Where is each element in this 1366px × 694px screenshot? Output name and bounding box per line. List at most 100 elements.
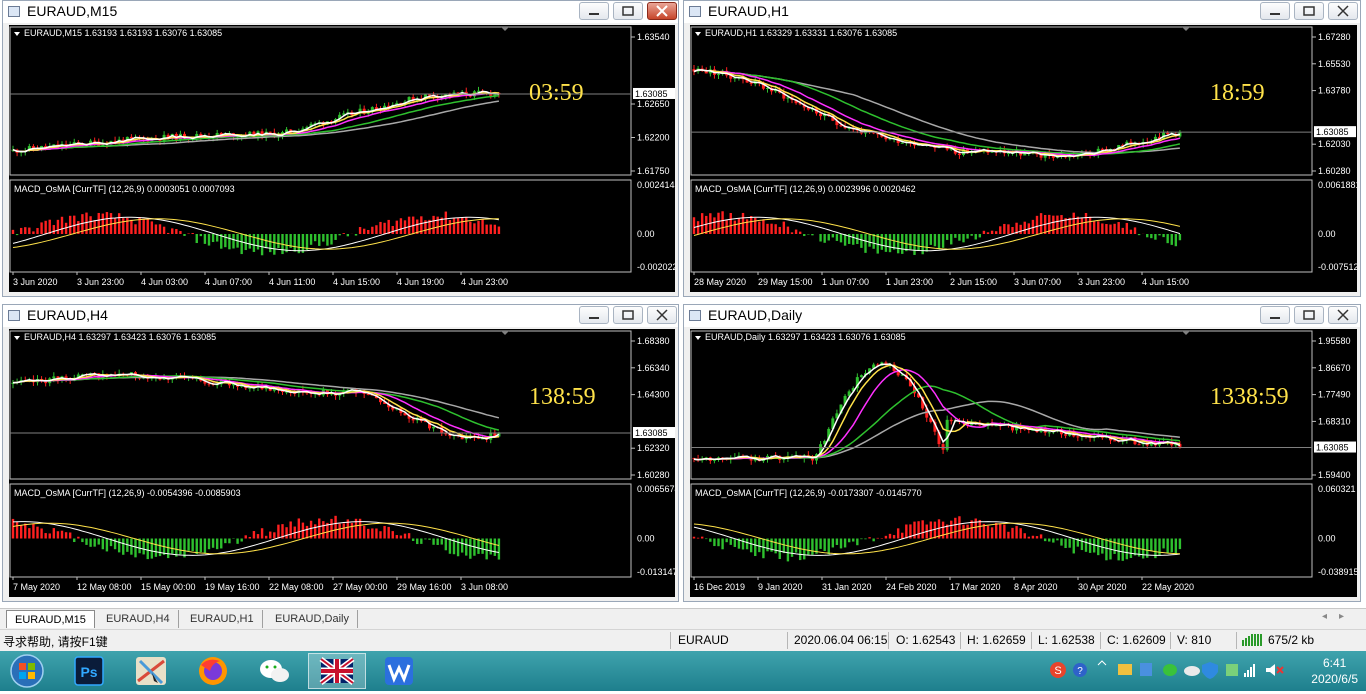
window-titlebar[interactable]: EURAUD,H1	[684, 1, 1360, 23]
macd-histogram-bar	[840, 234, 842, 242]
macd-histogram-bar	[44, 533, 46, 538]
macd-histogram-bar	[191, 233, 193, 234]
taskbar-wps[interactable]	[372, 653, 426, 689]
restore-button[interactable]	[1294, 306, 1324, 324]
chart-area[interactable]: EURAUD,H4 1.63297 1.63423 1.63076 1.6308…	[9, 329, 675, 597]
close-button[interactable]	[647, 2, 677, 20]
macd-histogram-bar	[383, 223, 385, 234]
macd-histogram-bar	[1060, 539, 1062, 546]
macd-histogram-bar	[868, 537, 870, 538]
current-price-label: 1.63085	[1316, 443, 1349, 453]
tab-scroll-arrows[interactable]: ◂▸	[1322, 611, 1356, 622]
taskbar-firefox[interactable]	[186, 653, 240, 689]
collapse-triangle-icon[interactable]	[695, 336, 701, 340]
close-button[interactable]	[1328, 306, 1358, 324]
macd-histogram-bar	[494, 539, 496, 556]
macd-histogram-bar	[1105, 539, 1107, 561]
macd-histogram-bar	[343, 523, 345, 538]
minimize-button[interactable]	[579, 2, 609, 20]
windows-taskbar: Ps S ? 6:41 2020/6/5	[0, 651, 1366, 691]
tab-euraud-h1[interactable]: EURAUD,H1	[182, 610, 263, 628]
macd-histogram-bar	[1060, 215, 1062, 234]
tab-euraud-daily[interactable]: EURAUD,Daily	[267, 610, 358, 628]
macd-histogram-bar	[774, 224, 776, 234]
restore-button[interactable]	[613, 306, 643, 324]
window-titlebar[interactable]: EURAUD,Daily	[684, 305, 1360, 327]
macd-histogram-bar	[191, 539, 193, 552]
chart-window-m15[interactable]: EURAUD,M15 EURAUD,M15 1.63193 1.63193 1.…	[2, 0, 679, 297]
macd-histogram-bar	[310, 234, 312, 245]
price-chart-svg[interactable]: EURAUD,M15 1.63193 1.63193 1.63076 1.630…	[9, 25, 675, 292]
macd-histogram-bar	[371, 528, 373, 538]
window-titlebar[interactable]: EURAUD,M15	[3, 1, 678, 23]
minimize-button[interactable]	[1260, 306, 1290, 324]
macd-histogram-bar	[277, 234, 279, 248]
window-titlebar[interactable]: EURAUD,H4	[3, 305, 678, 327]
macd-histogram-bar	[995, 523, 997, 539]
chart-area[interactable]: EURAUD,H1 1.63329 1.63331 1.63076 1.6308…	[690, 25, 1357, 292]
macd-histogram-bar	[204, 234, 206, 244]
macd-histogram-bar	[705, 539, 707, 540]
macd-histogram-bar	[750, 539, 752, 553]
start-button[interactable]	[0, 653, 54, 689]
macd-histogram-bar	[1150, 234, 1152, 238]
collapse-triangle-icon[interactable]	[14, 32, 20, 36]
macd-histogram-bar	[379, 222, 381, 234]
macd-histogram-bar	[803, 234, 805, 236]
minimize-button[interactable]	[1260, 2, 1290, 20]
macd-histogram-bar	[1122, 539, 1124, 561]
close-button[interactable]	[1328, 2, 1358, 20]
macd-histogram-bar	[1134, 227, 1136, 234]
macd-histogram-bar	[477, 221, 479, 234]
macd-histogram-bar	[1122, 228, 1124, 234]
macd-histogram-bar	[766, 224, 768, 234]
status-high: H: 1.62659	[967, 633, 1026, 647]
macd-histogram-bar	[1117, 539, 1119, 561]
candle-body	[950, 420, 953, 421]
collapse-triangle-icon[interactable]	[695, 32, 701, 36]
chart-area[interactable]: EURAUD,Daily 1.63297 1.63423 1.63076 1.6…	[690, 329, 1357, 597]
minimize-button[interactable]	[579, 306, 609, 324]
taskbar-wechat[interactable]	[248, 653, 302, 689]
macd-histogram-bar	[872, 539, 874, 542]
tab-euraud-m15[interactable]: EURAUD,M15	[6, 610, 95, 628]
close-button[interactable]	[647, 306, 677, 324]
macd-histogram-bar	[142, 219, 144, 234]
chart-window-icon	[8, 310, 20, 321]
price-axis-label: 1.62650	[637, 99, 670, 109]
macd-histogram-bar	[408, 533, 410, 538]
chart-window-h1[interactable]: EURAUD,H1 EURAUD,H1 1.63329 1.63331 1.63…	[683, 0, 1361, 297]
macd-histogram-bar	[240, 539, 242, 542]
price-chart-svg[interactable]: EURAUD,H4 1.63297 1.63423 1.63076 1.6308…	[9, 329, 675, 597]
macd-histogram-bar	[1036, 216, 1038, 234]
restore-button[interactable]	[613, 2, 643, 20]
macd-info-label: MACD_OsMA [CurrTF] (12,26,9) 0.0023996 0…	[695, 184, 916, 194]
macd-histogram-bar	[330, 519, 332, 539]
macd-histogram-bar	[1126, 539, 1128, 560]
taskbar-clock[interactable]: 6:41 2020/6/5	[1311, 655, 1358, 687]
macd-histogram-bar	[807, 539, 809, 556]
macd-histogram-bar	[130, 220, 132, 234]
tab-euraud-h4[interactable]: EURAUD,H4	[98, 610, 179, 628]
macd-histogram-bar	[261, 528, 263, 538]
price-chart-svg[interactable]: EURAUD,Daily 1.63297 1.63423 1.63076 1.6…	[690, 329, 1357, 597]
macd-histogram-bar	[1093, 221, 1095, 234]
chart-window-h4[interactable]: EURAUD,H4 EURAUD,H4 1.63297 1.63423 1.63…	[2, 304, 679, 602]
taskbar-maps[interactable]	[124, 653, 178, 689]
price-axis-label: 1.64300	[637, 390, 670, 400]
taskbar-metatrader[interactable]	[308, 653, 366, 689]
macd-histogram-bar	[228, 234, 230, 249]
macd-histogram-bar	[975, 234, 977, 239]
collapse-triangle-icon[interactable]	[14, 336, 20, 340]
restore-button[interactable]	[1294, 2, 1324, 20]
macd-histogram-bar	[118, 213, 120, 234]
macd-histogram-bar	[742, 539, 744, 550]
taskbar-photoshop[interactable]: Ps	[62, 653, 116, 689]
macd-histogram-bar	[926, 234, 928, 252]
chart-window-daily[interactable]: EURAUD,Daily EURAUD,Daily 1.63297 1.6342…	[683, 304, 1361, 602]
macd-histogram-bar	[1036, 536, 1038, 538]
chart-area[interactable]: EURAUD,M15 1.63193 1.63193 1.63076 1.630…	[9, 25, 675, 292]
price-chart-svg[interactable]: EURAUD,H1 1.63329 1.63331 1.63076 1.6308…	[690, 25, 1357, 292]
macd-histogram-bar	[24, 524, 26, 539]
macd-histogram-bar	[498, 539, 500, 560]
